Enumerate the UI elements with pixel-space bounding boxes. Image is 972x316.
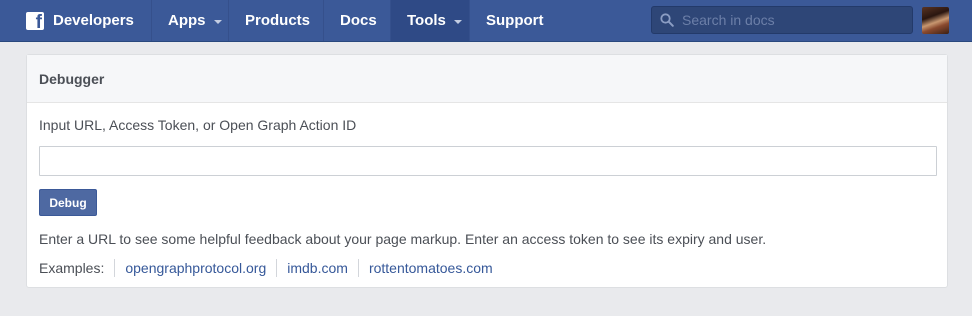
nav-item-support[interactable]: Support [470, 0, 560, 41]
debug-button[interactable]: Debug [39, 189, 97, 216]
nav-item-products[interactable]: Products [229, 0, 324, 41]
example-link-rottentomatoes[interactable]: rottentomatoes.com [357, 259, 503, 277]
url-token-input[interactable] [39, 146, 937, 176]
nav-item-docs[interactable]: Docs [324, 0, 391, 41]
chevron-down-icon [453, 19, 462, 24]
nav-label-docs: Docs [340, 12, 377, 29]
examples-row: Examples: opengraphprotocol.org imdb.com… [39, 259, 503, 277]
brand-label: Developers [53, 12, 134, 29]
search-input[interactable] [674, 7, 912, 33]
examples-label: Examples: [39, 260, 105, 276]
nav-label-products: Products [245, 12, 311, 29]
debugger-panel: Debugger Input URL, Access Token, or Ope… [26, 54, 948, 288]
facebook-f-icon: f [26, 11, 44, 32]
developers-home-link[interactable]: f Developers [0, 0, 152, 41]
top-navigation-bar: f Developers Apps Products Docs Tools Su… [0, 0, 972, 42]
nav-label-tools: Tools [407, 12, 446, 29]
nav-item-apps[interactable]: Apps [152, 0, 229, 41]
nav-item-tools[interactable]: Tools [391, 0, 470, 41]
search-box [651, 6, 913, 34]
example-link-imdb[interactable]: imdb.com [276, 259, 358, 277]
avatar[interactable] [922, 7, 949, 34]
input-label: Input URL, Access Token, or Open Graph A… [39, 117, 357, 133]
help-text: Enter a URL to see some helpful feedback… [39, 231, 767, 247]
nav-label-apps: Apps [168, 12, 206, 29]
panel-title: Debugger [27, 55, 947, 103]
chevron-down-icon [213, 19, 222, 24]
nav-label-support: Support [486, 12, 544, 29]
search-icon [660, 13, 674, 27]
example-link-opengraphprotocol[interactable]: opengraphprotocol.org [114, 259, 276, 277]
